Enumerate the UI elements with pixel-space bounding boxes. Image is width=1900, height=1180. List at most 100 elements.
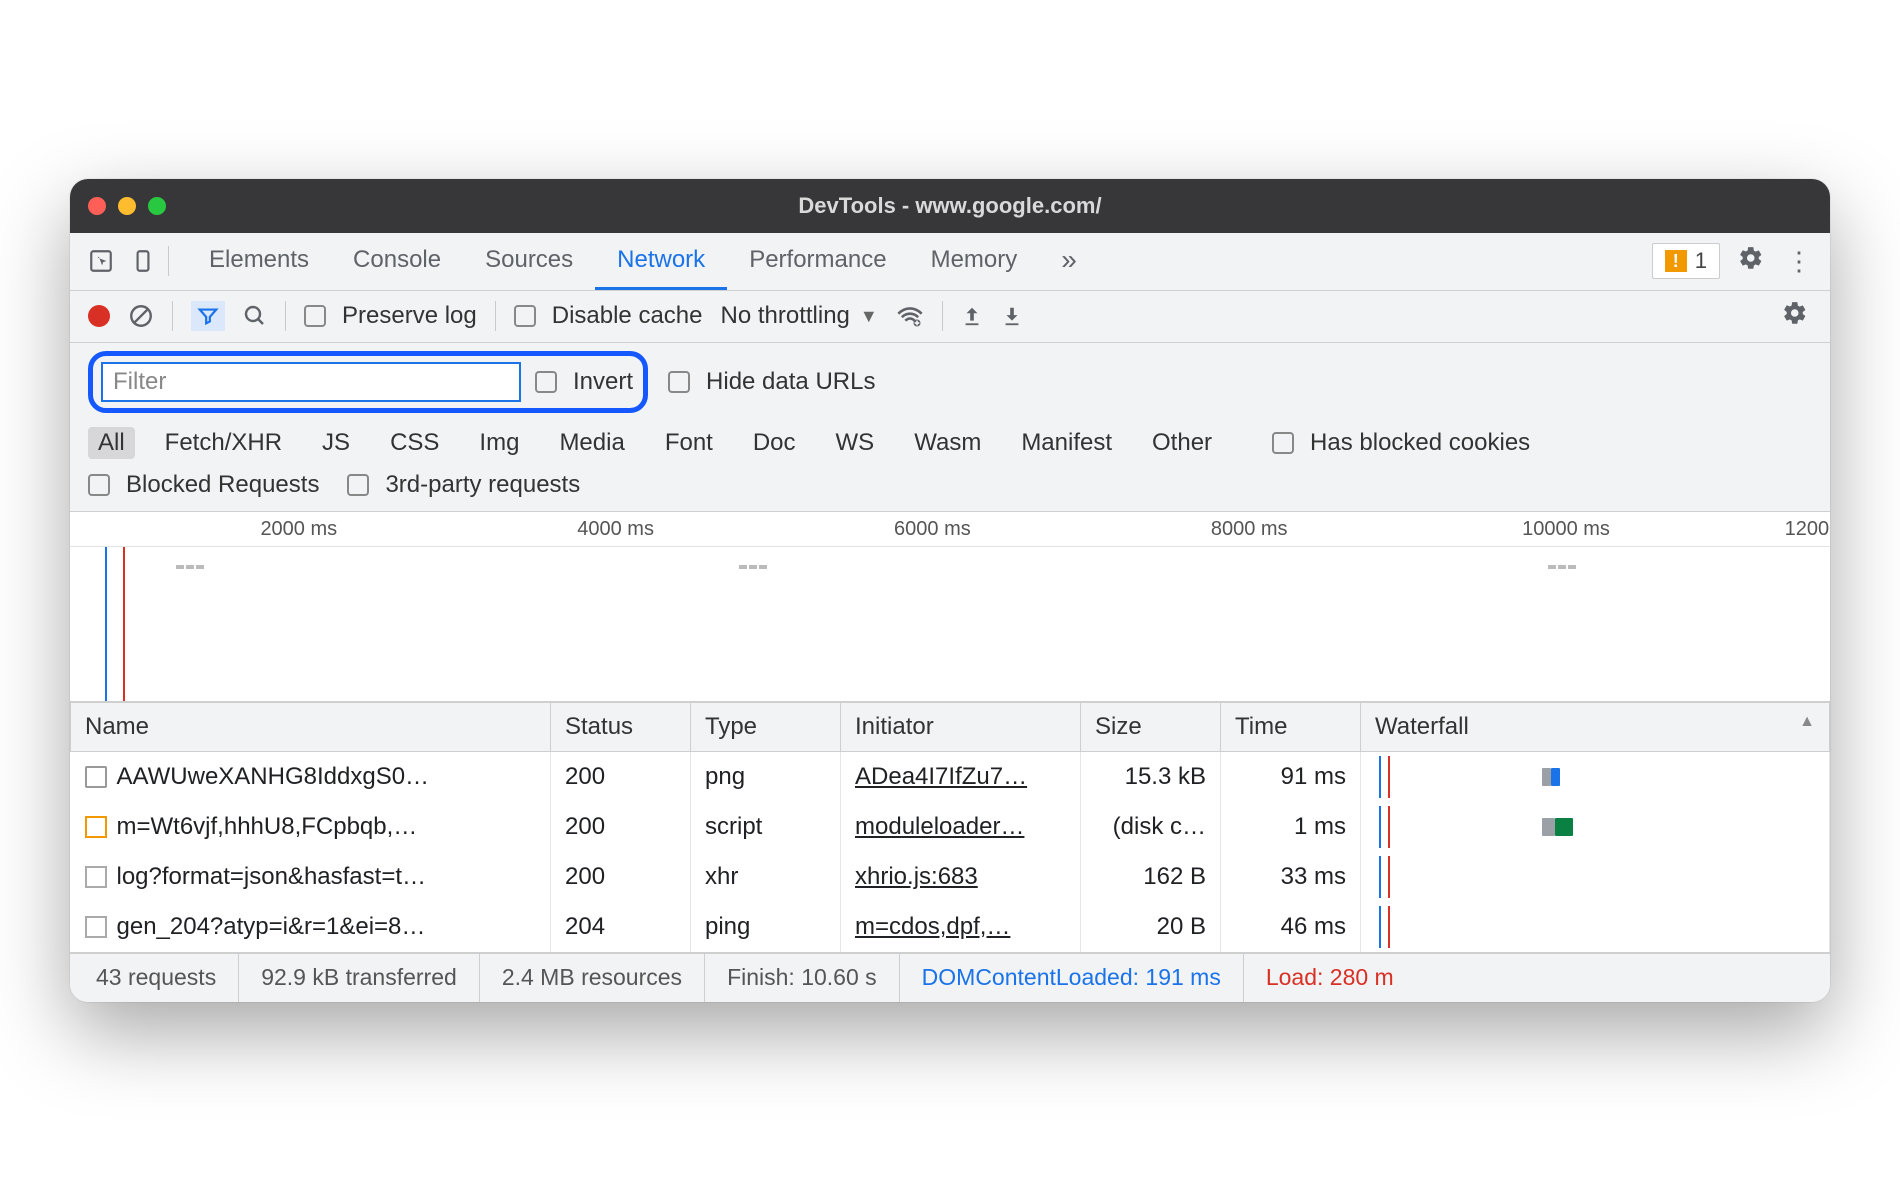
status-requests: 43 requests bbox=[74, 954, 239, 1002]
device-icon[interactable] bbox=[126, 244, 160, 278]
tab-memory[interactable]: Memory bbox=[909, 233, 1040, 290]
separator bbox=[168, 246, 169, 276]
timeline-tick: 8000 ms bbox=[1211, 518, 1288, 541]
settings-icon[interactable] bbox=[1734, 245, 1768, 278]
timeline-tick: 6000 ms bbox=[894, 518, 971, 541]
requests-table: Name Status Type Initiator Size Time Wat… bbox=[70, 702, 1830, 952]
blocked-requests-checkbox[interactable]: Blocked Requests bbox=[88, 471, 319, 499]
disable-cache-label: Disable cache bbox=[552, 302, 703, 330]
tab-elements[interactable]: Elements bbox=[187, 233, 331, 290]
status-finish: Finish: 10.60 s bbox=[705, 954, 900, 1002]
status-transferred: 92.9 kB transferred bbox=[239, 954, 480, 1002]
filter-input[interactable] bbox=[101, 362, 521, 402]
type-chip-fetch-xhr[interactable]: Fetch/XHR bbox=[155, 427, 292, 459]
close-icon[interactable] bbox=[88, 197, 106, 215]
window-title: DevTools - www.google.com/ bbox=[70, 193, 1830, 219]
window-controls bbox=[88, 197, 166, 215]
filter-toggle-icon[interactable] bbox=[191, 301, 225, 331]
table-row[interactable]: m=Wt6vjf,hhhU8,FCpbqb,…200scriptmodulelo… bbox=[71, 802, 1830, 852]
type-chip-ws[interactable]: WS bbox=[826, 427, 885, 459]
filter-bar: Invert Hide data URLs bbox=[70, 343, 1830, 421]
tab-console[interactable]: Console bbox=[331, 233, 463, 290]
invert-checkbox[interactable]: Invert bbox=[535, 368, 633, 396]
preserve-log-label: Preserve log bbox=[342, 302, 477, 330]
blocked-requests-label: Blocked Requests bbox=[126, 471, 319, 499]
file-icon bbox=[85, 866, 107, 888]
col-type[interactable]: Type bbox=[691, 702, 841, 751]
type-chip-img[interactable]: Img bbox=[469, 427, 529, 459]
tab-performance[interactable]: Performance bbox=[727, 233, 908, 290]
import-har-icon[interactable] bbox=[961, 304, 983, 328]
throttling-select[interactable]: No throttling ▼ bbox=[720, 302, 877, 330]
timeline-tick: 12000 bbox=[1785, 518, 1830, 541]
record-button[interactable] bbox=[88, 305, 110, 327]
table-row[interactable]: AAWUweXANHG8IddxgS0…200pngADea4I7IfZu7…1… bbox=[71, 751, 1830, 802]
search-icon[interactable] bbox=[243, 304, 267, 328]
type-chip-all[interactable]: All bbox=[88, 427, 135, 459]
type-chip-font[interactable]: Font bbox=[655, 427, 723, 459]
issues-badge[interactable]: ! 1 bbox=[1652, 243, 1720, 279]
export-har-icon[interactable] bbox=[1001, 304, 1023, 328]
panel-tabs: ElementsConsoleSourcesNetworkPerformance… bbox=[70, 233, 1830, 291]
file-icon bbox=[85, 816, 107, 838]
clear-icon[interactable] bbox=[128, 303, 154, 329]
hide-data-urls-label: Hide data URLs bbox=[706, 368, 875, 396]
separator bbox=[172, 301, 173, 331]
timeline-tick: 2000 ms bbox=[260, 518, 337, 541]
type-chip-other[interactable]: Other bbox=[1142, 427, 1222, 459]
zoom-icon[interactable] bbox=[148, 197, 166, 215]
type-filter-row: All Fetch/XHR JS CSS Img Media Font Doc WS Wasm Ma… bbox=[70, 421, 1830, 465]
third-party-label: 3rd-party requests bbox=[385, 471, 580, 499]
type-chip-wasm[interactable]: Wasm bbox=[904, 427, 991, 459]
filter-highlight: Invert bbox=[88, 351, 648, 413]
type-chip-media[interactable]: Media bbox=[549, 427, 634, 459]
titlebar: DevTools - www.google.com/ bbox=[70, 179, 1830, 233]
tab-sources[interactable]: Sources bbox=[463, 233, 595, 290]
tab-network[interactable]: Network bbox=[595, 233, 727, 290]
type-chip-css[interactable]: CSS bbox=[380, 427, 449, 459]
issues-count: 1 bbox=[1695, 248, 1707, 274]
network-settings-icon[interactable] bbox=[1778, 300, 1812, 333]
col-time[interactable]: Time bbox=[1221, 702, 1361, 751]
col-initiator[interactable]: Initiator bbox=[841, 702, 1081, 751]
table-row[interactable]: gen_204?atyp=i&r=1&ei=8…204pingm=cdos,dp… bbox=[71, 902, 1830, 952]
status-bar: 43 requests 92.9 kB transferred 2.4 MB r… bbox=[70, 952, 1830, 1002]
col-size[interactable]: Size bbox=[1081, 702, 1221, 751]
has-blocked-cookies-checkbox[interactable]: Has blocked cookies bbox=[1272, 429, 1530, 457]
inspect-icon[interactable] bbox=[84, 244, 118, 278]
col-status[interactable]: Status bbox=[551, 702, 691, 751]
status-dcl: DOMContentLoaded: 191 ms bbox=[900, 954, 1244, 1002]
table-header-row: Name Status Type Initiator Size Time Wat… bbox=[71, 702, 1830, 751]
col-name[interactable]: Name bbox=[71, 702, 551, 751]
hide-data-urls-checkbox[interactable]: Hide data URLs bbox=[668, 368, 875, 396]
invert-label: Invert bbox=[573, 368, 633, 396]
network-conditions-icon[interactable] bbox=[896, 304, 924, 328]
file-icon bbox=[85, 766, 107, 788]
minimize-icon[interactable] bbox=[118, 197, 136, 215]
preserve-log-checkbox[interactable]: Preserve log bbox=[304, 302, 477, 330]
disable-cache-checkbox[interactable]: Disable cache bbox=[514, 302, 703, 330]
table-row[interactable]: log?format=json&hasfast=t…200xhrxhrio.js… bbox=[71, 852, 1830, 902]
throttling-value: No throttling bbox=[720, 302, 849, 330]
separator bbox=[495, 301, 496, 331]
status-load: Load: 280 m bbox=[1244, 954, 1416, 1002]
chevron-down-icon: ▼ bbox=[860, 306, 878, 327]
more-tabs-button[interactable]: » bbox=[1047, 233, 1091, 290]
overview-timeline[interactable]: 2000 ms 4000 ms 6000 ms 8000 ms 10000 ms 1200… bbox=[70, 512, 1830, 702]
warning-icon: ! bbox=[1665, 250, 1687, 272]
type-chip-js[interactable]: JS bbox=[312, 427, 360, 459]
extra-filter-row: Blocked Requests 3rd-party requests bbox=[70, 465, 1830, 512]
type-chip-doc[interactable]: Doc bbox=[743, 427, 806, 459]
col-waterfall[interactable]: Waterfall bbox=[1361, 702, 1830, 751]
network-toolbar: Preserve log Disable cache No throttling… bbox=[70, 291, 1830, 343]
type-chip-manifest[interactable]: Manifest bbox=[1011, 427, 1122, 459]
separator bbox=[942, 301, 943, 331]
devtools-window: DevTools - www.google.com/ ElementsConso… bbox=[70, 179, 1830, 1002]
separator bbox=[285, 301, 286, 331]
file-icon bbox=[85, 916, 107, 938]
third-party-checkbox[interactable]: 3rd-party requests bbox=[347, 471, 580, 499]
timeline-tick: 4000 ms bbox=[577, 518, 654, 541]
more-menu-icon[interactable]: ⋮ bbox=[1782, 246, 1816, 277]
status-resources: 2.4 MB resources bbox=[480, 954, 705, 1002]
timeline-tick: 10000 ms bbox=[1522, 518, 1610, 541]
